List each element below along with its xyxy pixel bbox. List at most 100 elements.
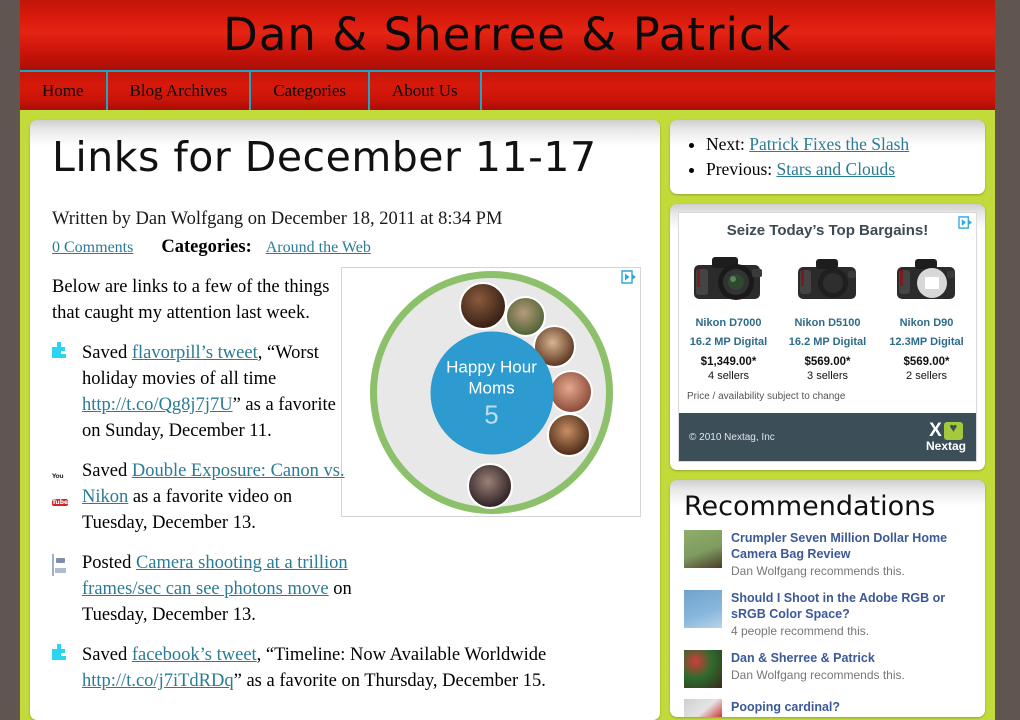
post-navigation-panel: Next: Patrick Fixes the Slash Previous: … [670, 120, 985, 194]
item-text-mid: , “Timeline: Now Available Worldwide [256, 645, 547, 665]
camera-icon [778, 245, 877, 311]
categories-label-group: Categories: Around the Web [161, 237, 370, 258]
item-link-url[interactable]: http://t.co/j7iTdRDq [82, 671, 234, 691]
thumbnail[interactable] [684, 590, 722, 628]
ad-frame: Seize Today’s Top Bargains! Nikon D7000 … [678, 212, 977, 462]
list-item: Previous: Stars and Clouds [706, 157, 969, 182]
happy-hour-moms-badge[interactable]: Happy Hour Moms 5 [430, 331, 553, 454]
recommendation-text: Should I Shoot in the Adobe RGB or sRGB … [731, 590, 971, 639]
thumbnail[interactable] [684, 530, 722, 568]
avatar [547, 413, 591, 457]
item-text-pre: Posted [82, 553, 136, 573]
article-panel: Links for December 11-17 Written by Dan … [30, 120, 660, 720]
post-byline: Written by Dan Wolfgang on December 18, … [52, 209, 503, 229]
inline-advertisement[interactable]: Happy Hour Moms 5 [341, 267, 641, 517]
product-price: $569.00* [903, 356, 950, 368]
avatar [459, 282, 507, 330]
nav-item-blog-archives[interactable]: Blog Archives [108, 72, 252, 110]
list-item: Saved facebook’s tweet, “Timeline: Now A… [52, 642, 638, 694]
twitter-icon [52, 342, 72, 362]
main-column: Links for December 11-17 Written by Dan … [30, 120, 660, 720]
post-body: Happy Hour Moms 5 Below are links to a f… [52, 267, 641, 694]
page-title: Links for December 11-17 [52, 133, 597, 181]
nextag-mark-icon: X [926, 420, 966, 441]
item-link[interactable]: facebook’s tweet [132, 645, 257, 665]
ad-footer: © 2010 Nextag, Inc X Nextag [679, 413, 976, 461]
post-navigation-list: Next: Patrick Fixes the Slash Previous: … [706, 132, 969, 182]
product-spec: 16.2 MP Digital [788, 336, 867, 348]
happy-hour-moms-ring: Happy Hour Moms 5 [370, 271, 613, 514]
recommendation-link[interactable]: Crumpler Seven Million Dollar Home Camer… [731, 530, 971, 562]
content-columns: Links for December 11-17 Written by Dan … [20, 110, 995, 720]
recommendations-title: Recommendations [684, 491, 936, 522]
list-item: Crumpler Seven Million Dollar Home Camer… [684, 530, 971, 579]
list-item: Saved flavorpill’s tweet, “Worst holiday… [52, 340, 352, 444]
list-item: Pooping cardinal? 2 people recommend thi… [684, 699, 971, 717]
item-text-post: ” as a favorite on Thursday, December 15… [233, 671, 546, 691]
recommendation-subtext: 2 people recommend this. [731, 716, 869, 717]
site-header: Dan & Sherree & Patrick [20, 0, 995, 70]
recommendation-subtext: Dan Wolfgang recommends this. [731, 668, 905, 682]
recommendation-link[interactable]: Should I Shoot in the Adobe RGB or sRGB … [731, 590, 971, 622]
main-navigation: Home Blog Archives Categories About Us [20, 70, 995, 110]
nav-item-home[interactable]: Home [20, 72, 108, 110]
camera-icon [679, 245, 778, 311]
ad-member-count: 5 [484, 399, 499, 430]
adchoices-icon[interactable] [958, 216, 973, 229]
previous-post-link[interactable]: Stars and Clouds [777, 159, 896, 179]
product-price: $1,349.00* [700, 356, 757, 368]
ad-product[interactable]: Nikon D5100 16.2 MP Digital $569.00* 3 s… [778, 245, 877, 383]
categories-label: Categories: [161, 237, 252, 257]
avatar [467, 463, 513, 509]
list-item: Dan & Sherree & Patrick Dan Wolfgang rec… [684, 650, 971, 688]
product-name: Nikon D90 [899, 317, 954, 329]
nextag-x: X [929, 420, 942, 441]
page-frame: Dan & Sherree & Patrick Home Blog Archiv… [20, 0, 995, 720]
next-label: Next: [706, 134, 745, 154]
item-text-pre: Saved [82, 645, 132, 665]
sidebar-advertisement[interactable]: Seize Today’s Top Bargains! Nikon D7000 … [670, 204, 985, 470]
product-name: Nikon D5100 [794, 317, 861, 329]
nextag-wordmark: Nextag [925, 439, 966, 453]
item-link[interactable]: flavorpill’s tweet [132, 343, 258, 363]
category-link[interactable]: Around the Web [266, 239, 371, 256]
thumbnail[interactable] [684, 650, 722, 688]
ad-product[interactable]: Nikon D90 12.3MP Digital $569.00* 2 sell… [877, 245, 976, 383]
recommendation-link[interactable]: Dan & Sherree & Patrick [731, 650, 905, 666]
recommendations-panel: Recommendations Crumpler Seven Million D… [670, 480, 985, 717]
adchoices-icon[interactable] [621, 270, 637, 284]
thumbnail[interactable] [684, 699, 722, 717]
ad-product-row: Nikon D7000 16.2 MP Digital $1,349.00* 4… [679, 245, 976, 383]
product-spec: 12.3MP Digital [889, 336, 964, 348]
ad-product[interactable]: Nikon D7000 16.2 MP Digital $1,349.00* 4… [679, 245, 778, 383]
ad-headline: Seize Today’s Top Bargains! [726, 222, 929, 239]
twitter-icon [52, 644, 72, 664]
ad-disclaimer: Price / availability subject to change [687, 391, 846, 402]
product-name: Nikon D7000 [695, 317, 762, 329]
product-sellers: 4 sellers [708, 370, 749, 382]
document-icon [52, 552, 72, 576]
ad-brand-name: Happy Hour Moms [446, 357, 537, 398]
ad-copyright: © 2010 Nextag, Inc [689, 431, 775, 443]
list-item: Should I Shoot in the Adobe RGB or sRGB … [684, 590, 971, 639]
site-title: Dan & Sherree & Patrick [223, 8, 792, 61]
product-spec: 16.2 MP Digital [689, 336, 768, 348]
product-sellers: 3 sellers [807, 370, 848, 382]
next-post-link[interactable]: Patrick Fixes the Slash [749, 134, 909, 154]
product-price: $569.00* [804, 356, 851, 368]
post-intro: Below are links to a few of the things t… [52, 277, 330, 323]
list-item: You Tube Saved Double Exposure: Canon vs… [52, 458, 352, 536]
avatar [549, 370, 593, 414]
item-text-pre: Saved [82, 461, 132, 481]
recommendation-link[interactable]: Pooping cardinal? [731, 699, 869, 715]
camera-icon [877, 245, 976, 311]
product-sellers: 2 sellers [906, 370, 947, 382]
comments-link[interactable]: 0 Comments [52, 239, 133, 257]
nav-item-categories[interactable]: Categories [251, 72, 370, 110]
nav-item-about-us[interactable]: About Us [370, 72, 482, 110]
post-meta-row: 0 Comments Categories: Around the Web [52, 237, 638, 258]
youtube-icon: You Tube [52, 473, 69, 506]
item-link-url[interactable]: http://t.co/Qg8j7j7U [82, 395, 233, 415]
recommendation-text: Crumpler Seven Million Dollar Home Camer… [731, 530, 971, 579]
